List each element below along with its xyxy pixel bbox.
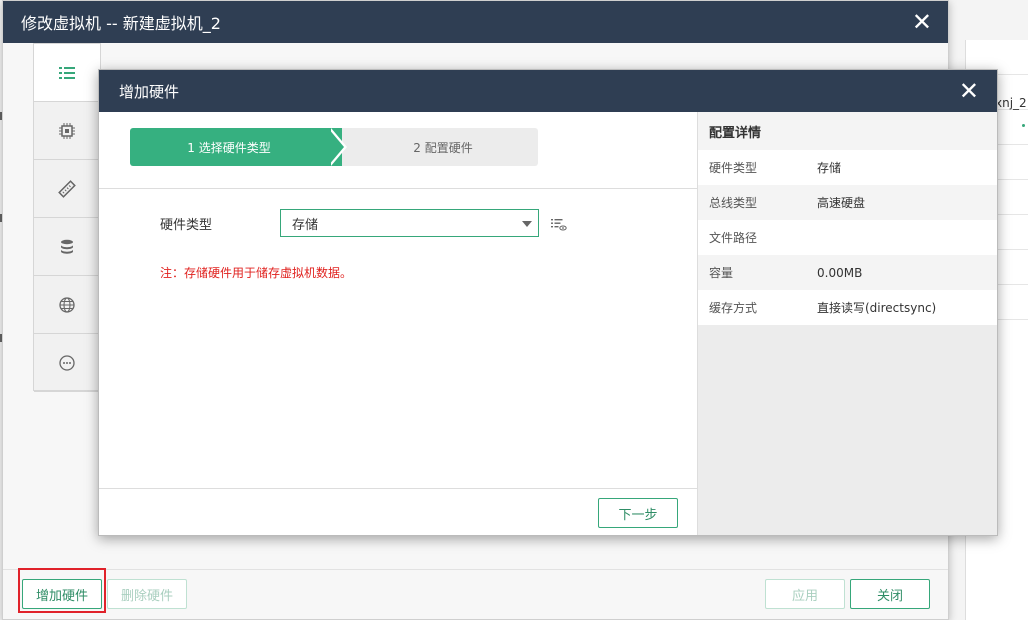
edit-vm-dialog-footer: 增加硬件 删除硬件 应用 关闭	[3, 569, 948, 619]
detail-value: 0.00MB	[817, 265, 863, 280]
database-icon	[61, 239, 73, 254]
detail-key: 总线类型	[709, 196, 758, 210]
detail-key: 文件路径	[709, 231, 758, 245]
add-hardware-highlight	[18, 568, 106, 613]
detail-row: 缓存方式 直接读写(directsync)	[698, 290, 997, 325]
add-hardware-dialog-title: 增加硬件	[119, 82, 180, 101]
memory-icon	[58, 179, 76, 198]
globe-icon	[59, 296, 75, 313]
close-icon[interactable]: ✕	[959, 79, 979, 103]
wizard-steps: 2 配置硬件 1 选择硬件类型	[130, 128, 538, 166]
divider	[99, 188, 697, 189]
edit-vm-dialog-header: 修改虚拟机 -- 新建虚拟机_2 ✕	[3, 1, 948, 43]
detail-value: 高速硬盘	[817, 196, 866, 210]
config-details-pane: 配置详情 硬件类型 存储 总线类型 高速硬盘 文件路径 容量 0.00MB 缓存…	[697, 112, 997, 535]
close-button[interactable]: 关闭	[850, 579, 930, 609]
detail-key: 硬件类型	[709, 161, 758, 175]
apply-button[interactable]: 应用	[765, 579, 845, 609]
background-vm-name: xnj_2	[995, 96, 1027, 110]
side-nav-item-storage[interactable]	[34, 218, 100, 276]
list-view-icon[interactable]	[551, 218, 567, 232]
add-hardware-dialog: 增加硬件 ✕ 2 配置硬件 1 选择硬件类型 硬件类型 存储 注：存储硬件用于储…	[98, 69, 998, 536]
step-select-hardware-type[interactable]: 1 选择硬件类型	[130, 128, 342, 166]
hardware-type-label: 硬件类型	[160, 218, 213, 233]
background-status-dot	[1022, 124, 1025, 127]
list-icon	[59, 66, 75, 79]
detail-row: 文件路径	[698, 220, 997, 255]
side-nav-item-memory[interactable]	[34, 160, 100, 218]
next-step-button[interactable]: 下一步	[598, 498, 678, 528]
detail-row: 容量 0.00MB	[698, 255, 997, 290]
storage-note: 注：存储硬件用于储存虚拟机数据。	[160, 266, 353, 280]
hardware-type-value: 存储	[292, 217, 319, 233]
side-nav-item-more[interactable]	[34, 334, 100, 392]
detail-row: 总线类型 高速硬盘	[698, 185, 997, 220]
side-nav-item-cpu[interactable]	[34, 102, 100, 160]
detail-value: 直接读写(directsync)	[817, 301, 937, 315]
step-arrow	[328, 128, 344, 166]
detail-key: 缓存方式	[709, 301, 758, 315]
close-icon[interactable]: ✕	[912, 10, 932, 34]
hardware-type-pane: 2 配置硬件 1 选择硬件类型 硬件类型 存储 注：存储硬件用于储存虚拟机数据。…	[99, 112, 697, 535]
chevron-down-icon	[522, 221, 532, 227]
remove-hardware-button[interactable]: 删除硬件	[107, 579, 187, 609]
edit-vm-dialog-title: 修改虚拟机 -- 新建虚拟机_2	[21, 14, 221, 33]
detail-key: 容量	[709, 266, 734, 280]
hardware-side-nav	[33, 43, 101, 392]
detail-row: 硬件类型 存储	[698, 150, 997, 185]
side-nav-item-network[interactable]	[34, 276, 100, 334]
side-nav-item-overview[interactable]	[34, 44, 100, 102]
wizard-footer: 下一步	[99, 488, 697, 535]
hardware-type-select[interactable]: 存储	[280, 209, 539, 237]
cpu-icon	[59, 122, 75, 139]
add-hardware-dialog-header: 增加硬件 ✕	[99, 70, 997, 112]
detail-value: 存储	[817, 161, 842, 175]
more-icon	[59, 354, 75, 371]
step-configure-hardware[interactable]: 2 配置硬件	[330, 128, 538, 166]
config-details-title: 配置详情	[698, 112, 997, 150]
